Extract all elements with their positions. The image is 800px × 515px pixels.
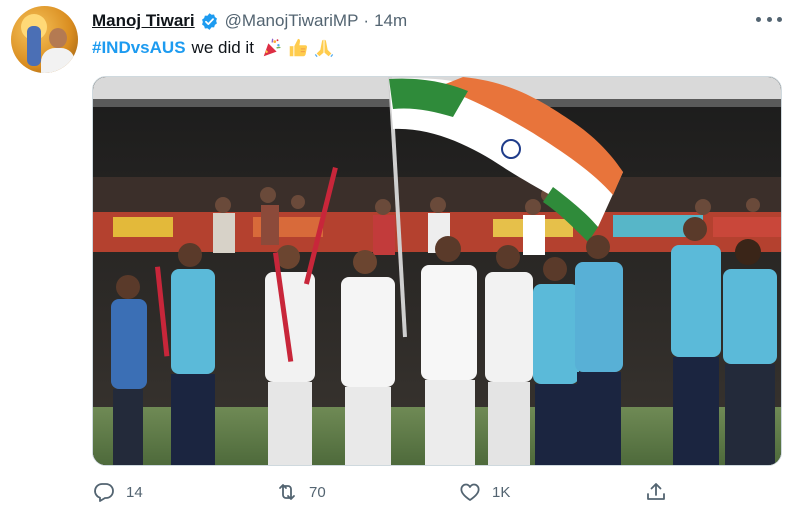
avatar-figure — [27, 26, 41, 66]
retweet-count: 70 — [309, 483, 326, 501]
separator-dot: · — [363, 11, 370, 30]
retweet-button[interactable]: 70 — [275, 478, 326, 506]
reply-button[interactable]: 14 — [92, 478, 143, 506]
more-dot — [756, 16, 761, 22]
reply-count: 14 — [126, 483, 143, 501]
more-dot — [777, 16, 782, 22]
tweet-actions: 14 70 1K — [92, 478, 782, 506]
tweet-photo[interactable] — [92, 76, 782, 466]
share-button[interactable] — [644, 478, 668, 506]
hashtag-link[interactable]: #INDvsAUS — [92, 38, 186, 58]
tweet-header: Manoj Tiwari @ManojTiwariMP · 14m — [92, 10, 407, 32]
author-name[interactable]: Manoj Tiwari — [92, 11, 195, 31]
folded-hands-icon — [314, 39, 334, 58]
like-count: 1K — [492, 483, 511, 501]
tweet-card[interactable]: Manoj Tiwari @ManojTiwariMP · 14m #INDvs… — [0, 0, 800, 515]
more-options-icon[interactable] — [756, 8, 782, 30]
avatar-body — [41, 48, 75, 73]
author-handle[interactable]: @ManojTiwariMP — [225, 11, 359, 31]
tweet-timestamp[interactable]: 14m — [374, 11, 407, 31]
heart-icon — [460, 483, 480, 501]
verified-badge-icon — [201, 12, 217, 30]
retweet-icon — [279, 484, 295, 500]
thumbs-up-icon — [289, 38, 307, 57]
tweet-text: #INDvsAUS we did it — [92, 37, 335, 59]
more-dot — [766, 16, 772, 22]
party-popper-icon — [263, 38, 281, 57]
avatar-face — [49, 28, 67, 48]
avatar[interactable] — [11, 6, 78, 73]
tweet-body-text: we did it — [191, 38, 254, 57]
reply-icon — [94, 483, 114, 502]
like-button[interactable]: 1K — [458, 478, 510, 506]
share-icon — [647, 483, 665, 500]
celebration-photo — [93, 77, 781, 465]
